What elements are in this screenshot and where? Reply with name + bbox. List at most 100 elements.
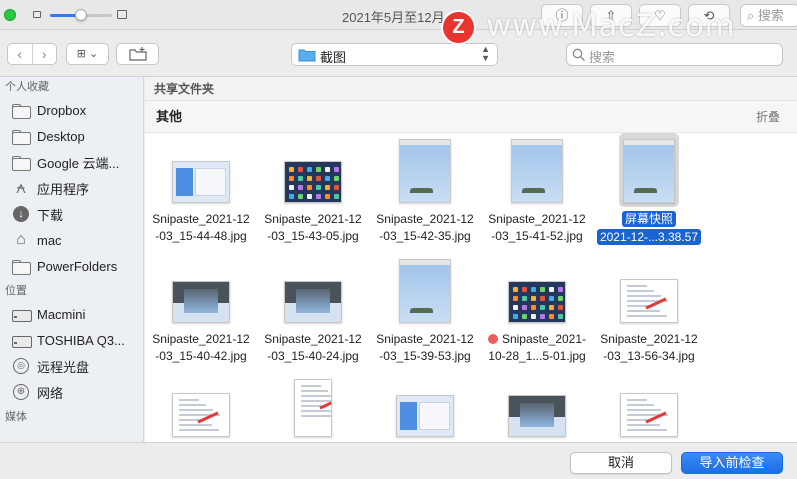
media-header: 媒体 <box>5 411 27 423</box>
file-name-line2: -03_15-40-24.jpg <box>267 349 359 363</box>
file-item[interactable]: Snipaste_2021-12 -03_15-41-52.jpg <box>481 137 593 252</box>
watermark-text: www.MacZ.com <box>486 8 736 44</box>
folder-icon <box>298 49 316 62</box>
collapse-button[interactable]: 折叠 <box>756 101 780 133</box>
file-name: Snipaste_2021-12 -03_15-40-42.jpg <box>145 331 257 365</box>
small-size-icon <box>33 11 41 18</box>
file-item[interactable]: Snipaste_2021-12 -03_15-42-35.jpg <box>369 137 481 252</box>
sidebar: 个人收藏 Dropbox Desktop Google 云端... ⍲ 应用程序 … <box>0 77 144 442</box>
sidebar-item-dropbox[interactable]: Dropbox <box>0 97 143 123</box>
sidebar-item-network[interactable]: ⊕ 网络 <box>0 379 143 405</box>
file-name-line1: Snipaste_2021-12 <box>376 332 474 346</box>
file-name-line1: Snipaste_2021- <box>481 331 593 348</box>
file-name-line2: -03_15-39-53.jpg <box>379 349 471 363</box>
file-thumbnail <box>623 139 675 203</box>
file-name-line1: Snipaste_2021-12 <box>152 332 250 346</box>
file-name-line2: -03_15-42-35.jpg <box>379 229 471 243</box>
history-navigation: ‹ › <box>7 43 57 65</box>
section-title: 其他 <box>156 109 183 124</box>
sidebar-item-label: PowerFolders <box>37 258 118 274</box>
home-icon: ⌂ <box>16 231 26 248</box>
large-size-icon <box>117 10 127 19</box>
file-item[interactable]: Snipaste_2021-12 -03_15-40-42.jpg <box>145 257 257 372</box>
sidebar-item-toshiba[interactable]: TOSHIBA Q3... <box>0 327 143 353</box>
file-name-line1: Snipaste_2021-12 <box>264 332 362 346</box>
sidebar-item-powerfolders[interactable]: PowerFolders <box>0 253 143 279</box>
file-name-line1: Snipaste_2021-12 <box>376 212 474 226</box>
file-thumbnail <box>620 279 678 323</box>
file-name-line2: 10-28_1...5-01.jpg <box>488 349 586 363</box>
file-name: Snipaste_2021-12 -03_15-44-48.jpg <box>145 211 257 245</box>
search-placeholder: 搜索 <box>589 50 616 65</box>
sidebar-item-label: Google 云端... <box>37 155 120 171</box>
window-search-placeholder: 搜索 <box>757 8 784 23</box>
file-item[interactable]: Snipaste_2021- 10-28_1...5-01.jpg <box>481 257 593 372</box>
forward-button[interactable]: › <box>31 44 57 64</box>
file-name-line1: Snipaste_2021-12 <box>488 212 586 226</box>
file-thumbnail <box>511 139 563 203</box>
sidebar-item-macmini[interactable]: Macmini <box>0 301 143 327</box>
new-folder-icon <box>128 47 147 61</box>
sidebar-item-google-drive[interactable]: Google 云端... <box>0 149 143 175</box>
sidebar-item-label: Dropbox <box>37 102 87 118</box>
file-name-text: 屏幕快照 <box>621 211 676 227</box>
folder-icon <box>11 154 31 171</box>
file-item[interactable] <box>593 371 705 442</box>
file-name: Snipaste_2021-12 -03_15-39-53.jpg <box>369 331 481 365</box>
file-name-line2: -03_15-40-42.jpg <box>155 349 247 363</box>
sidebar-item-label: 远程光盘 <box>37 359 90 375</box>
file-item[interactable]: 屏幕快照 2021-12-...3.38.57 <box>593 133 705 252</box>
search-icon <box>572 48 586 62</box>
location-popup[interactable]: 截图 ▲ ▼ <box>291 43 498 66</box>
sidebar-item-downloads[interactable]: ↓ 下载 <box>0 201 143 227</box>
folder-icon <box>11 102 31 119</box>
favorites-header: 个人收藏 <box>5 81 49 93</box>
window-search-field[interactable]: ⌕ 搜索 <box>740 4 797 27</box>
file-thumbnail <box>284 281 342 323</box>
file-item[interactable] <box>481 371 593 442</box>
file-item[interactable] <box>369 371 481 442</box>
zoom-window-button[interactable] <box>4 9 16 21</box>
file-name: Snipaste_2021-12 -03_15-42-35.jpg <box>369 211 481 245</box>
import-review-button[interactable]: 导入前检查 <box>681 452 783 474</box>
sidebar-item-remote-disc[interactable]: ◎ 远程光盘 <box>0 353 143 379</box>
sidebar-item-desktop[interactable]: Desktop <box>0 123 143 149</box>
zoom-slider-knob[interactable] <box>75 9 87 21</box>
file-name-line2: 2021-12-...3.38.57 <box>593 229 705 246</box>
search-field[interactable]: 搜索 <box>566 43 783 66</box>
back-button[interactable]: ‹ <box>8 44 32 64</box>
sidebar-item-label: mac <box>37 232 62 248</box>
sidebar-item-applications[interactable]: ⍲ 应用程序 <box>0 175 143 201</box>
file-item[interactable]: Snipaste_2021-12 -03_15-39-53.jpg <box>369 257 481 372</box>
cancel-button[interactable]: 取消 <box>570 452 672 474</box>
file-item[interactable] <box>145 371 257 442</box>
file-item[interactable]: Snipaste_2021-12 -03_15-44-48.jpg <box>145 137 257 252</box>
disk-icon <box>11 306 32 322</box>
file-name: Snipaste_2021- 10-28_1...5-01.jpg <box>481 331 593 365</box>
file-item[interactable]: Snipaste_2021-12 -03_15-40-24.jpg <box>257 257 369 372</box>
sidebar-item-label: 应用程序 <box>37 181 90 197</box>
shared-folder-header: 共享文件夹 <box>145 77 797 101</box>
file-thumbnail <box>620 393 678 437</box>
file-name: Snipaste_2021-12 -03_15-41-52.jpg <box>481 211 593 245</box>
file-item[interactable]: Snipaste_2021-12 -03_15-43-05.jpg <box>257 137 369 252</box>
disk-icon <box>11 332 32 348</box>
file-item[interactable] <box>257 371 369 442</box>
dialog-footer: 取消 导入前检查 <box>0 442 797 479</box>
new-folder-button[interactable] <box>116 43 159 65</box>
file-thumbnail <box>396 395 454 437</box>
file-thumbnail <box>399 139 451 203</box>
folder-icon <box>11 258 31 275</box>
view-mode-button[interactable]: ⊞ ⌄ <box>66 43 109 65</box>
file-name-line2: -03_15-43-05.jpg <box>267 229 359 243</box>
file-name-line1: Snipaste_2021-12 <box>264 212 362 226</box>
file-thumbnail <box>399 259 451 323</box>
location-label: 截图 <box>320 50 347 65</box>
file-thumbnail <box>294 379 332 437</box>
file-name-line2: -03_15-44-48.jpg <box>155 229 247 243</box>
file-item[interactable]: Snipaste_2021-12 -03_13-56-34.jpg <box>593 257 705 372</box>
sidebar-item-label: Macmini <box>37 306 86 322</box>
sidebar-item-home[interactable]: ⌂ mac <box>0 227 143 253</box>
section-header: 其他 折叠 <box>145 101 797 133</box>
file-thumbnail <box>172 393 230 437</box>
